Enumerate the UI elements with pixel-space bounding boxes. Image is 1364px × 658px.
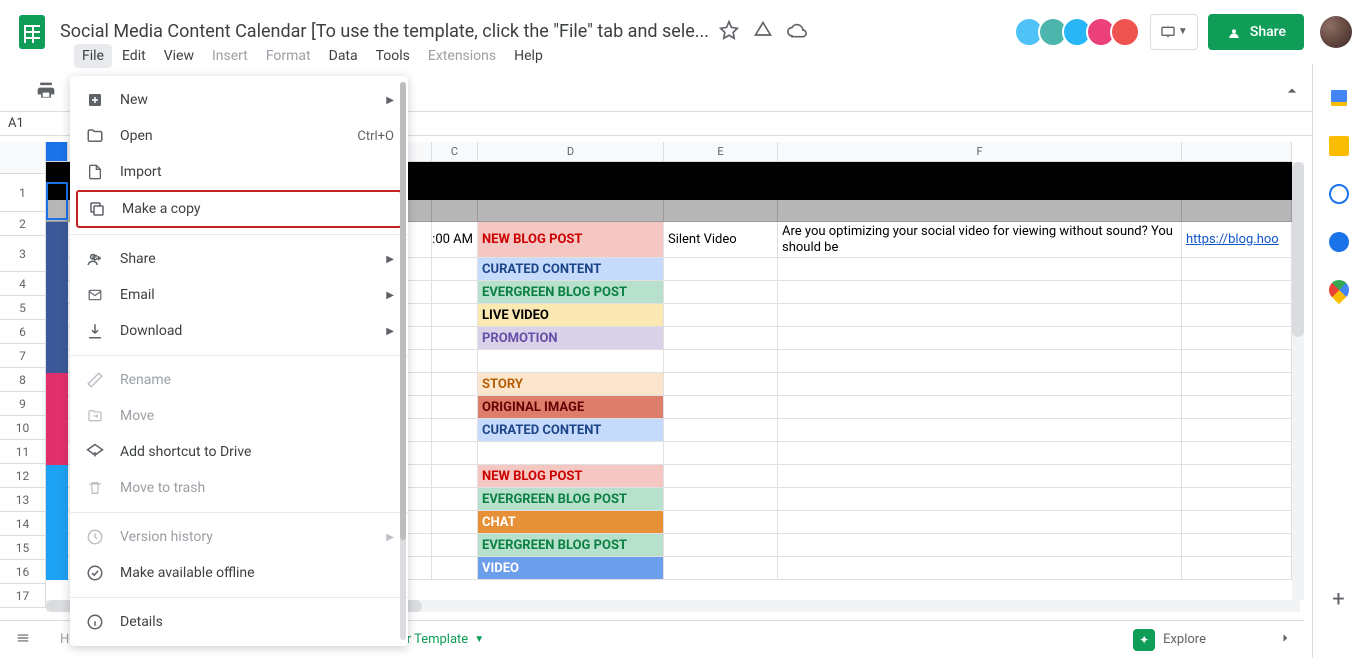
collaborator-avatars[interactable] xyxy=(1020,17,1140,47)
select-all-corner[interactable] xyxy=(0,142,46,174)
menu-item-import[interactable]: Import xyxy=(70,154,408,190)
vertical-scrollbar[interactable] xyxy=(1292,162,1304,600)
explore-button[interactable]: ✦ Explore xyxy=(1133,629,1206,651)
side-panel: + xyxy=(1312,64,1364,658)
sheets-logo[interactable] xyxy=(12,12,52,52)
row-headers[interactable]: 1234567891011121314151617 xyxy=(0,174,46,608)
import-icon xyxy=(84,162,106,182)
row-header[interactable]: 2 xyxy=(0,212,46,236)
calendar-icon[interactable] xyxy=(1329,88,1349,108)
explore-icon: ✦ xyxy=(1133,629,1155,651)
print-icon[interactable] xyxy=(36,81,56,105)
collaborator-avatar[interactable] xyxy=(1110,17,1140,47)
row-header[interactable]: 13 xyxy=(0,488,46,512)
chevron-right-icon: ▶ xyxy=(386,254,394,265)
menu-view[interactable]: View xyxy=(156,44,202,68)
row-header[interactable]: 6 xyxy=(0,320,46,344)
present-button[interactable]: ▼ xyxy=(1150,14,1198,50)
menu-format[interactable]: Format xyxy=(258,44,319,68)
row-header[interactable]: 1 xyxy=(0,174,46,212)
menu-item-version-history: Version history ▶ xyxy=(70,519,408,555)
history-icon xyxy=(84,527,106,547)
menu-item-add-shortcut[interactable]: Add shortcut to Drive xyxy=(70,434,408,470)
selection-indicator xyxy=(46,182,68,220)
move-icon xyxy=(84,406,106,426)
menu-item-move-to-trash: Move to trash xyxy=(70,470,408,506)
chevron-right-icon: ▶ xyxy=(386,326,394,337)
menu-item-make-a-copy[interactable]: Make a copy xyxy=(76,190,402,228)
menu-item-download[interactable]: Download ▶ xyxy=(70,313,408,349)
download-icon xyxy=(84,321,106,341)
menu-item-open[interactable]: Open Ctrl+O xyxy=(70,118,408,154)
show-side-panel-icon[interactable] xyxy=(1276,629,1294,651)
share-button[interactable]: Share xyxy=(1208,14,1304,50)
menu-item-details[interactable]: Details xyxy=(70,604,408,640)
row-header[interactable]: 15 xyxy=(0,536,46,560)
row-header[interactable]: 7 xyxy=(0,344,46,368)
contacts-icon[interactable] xyxy=(1329,232,1349,252)
folder-icon xyxy=(84,126,106,146)
document-title[interactable]: Social Media Content Calendar [To use th… xyxy=(60,21,709,42)
menu-edit[interactable]: Edit xyxy=(114,44,154,68)
menu-item-make-available-offline[interactable]: Make available offline xyxy=(70,555,408,591)
email-icon xyxy=(84,285,106,305)
new-icon xyxy=(84,90,106,110)
menu-help[interactable]: Help xyxy=(506,44,551,68)
menu-data[interactable]: Data xyxy=(321,44,366,68)
offline-icon xyxy=(84,563,106,583)
menu-item-rename: Rename xyxy=(70,362,408,398)
menu-extensions[interactable]: Extensions xyxy=(420,44,504,68)
row-header[interactable]: 11 xyxy=(0,440,46,464)
add-shortcut-icon xyxy=(84,442,106,462)
row-header[interactable]: 5 xyxy=(0,296,46,320)
rename-icon xyxy=(84,370,106,390)
chevron-right-icon: ▶ xyxy=(386,95,394,106)
menu-item-move: Move xyxy=(70,398,408,434)
chevron-right-icon: ▶ xyxy=(386,532,394,543)
menu-item-share[interactable]: Share ▶ xyxy=(70,241,408,277)
all-sheets-icon[interactable] xyxy=(0,631,46,649)
trash-icon xyxy=(84,478,106,498)
row-header[interactable]: 12 xyxy=(0,464,46,488)
file-menu-dropdown: New ▶ Open Ctrl+O Import Make a copy Sha… xyxy=(70,76,408,646)
star-icon[interactable] xyxy=(719,20,739,44)
row-header[interactable]: 9 xyxy=(0,392,46,416)
row-header[interactable]: 8 xyxy=(0,368,46,392)
menu-item-email[interactable]: Email ▶ xyxy=(70,277,408,313)
keep-icon[interactable] xyxy=(1329,136,1349,156)
maps-icon[interactable] xyxy=(1324,276,1352,304)
row-header[interactable]: 3 xyxy=(0,236,46,272)
account-avatar[interactable] xyxy=(1320,16,1352,48)
collapse-toolbar-icon[interactable] xyxy=(1282,81,1302,105)
tasks-icon[interactable] xyxy=(1329,184,1349,204)
row-header[interactable]: 16 xyxy=(0,560,46,584)
chevron-right-icon: ▶ xyxy=(386,290,394,301)
menu-insert[interactable]: Insert xyxy=(204,44,256,68)
row-header[interactable]: 17 xyxy=(0,584,46,608)
info-icon xyxy=(84,612,106,632)
copy-icon xyxy=(86,199,108,219)
name-box[interactable]: A1 xyxy=(8,116,52,131)
row-header[interactable]: 10 xyxy=(0,416,46,440)
cloud-status-icon[interactable] xyxy=(787,20,807,44)
menu-tools[interactable]: Tools xyxy=(368,44,418,68)
chevron-down-icon: ▼ xyxy=(474,634,484,645)
move-to-drive-icon[interactable] xyxy=(753,20,773,44)
row-header[interactable]: 14 xyxy=(0,512,46,536)
row-header[interactable]: 4 xyxy=(0,272,46,296)
add-addon-icon[interactable]: + xyxy=(1332,587,1344,612)
menu-item-new[interactable]: New ▶ xyxy=(70,82,408,118)
share-icon xyxy=(84,249,106,269)
menu-file[interactable]: File xyxy=(74,44,112,68)
